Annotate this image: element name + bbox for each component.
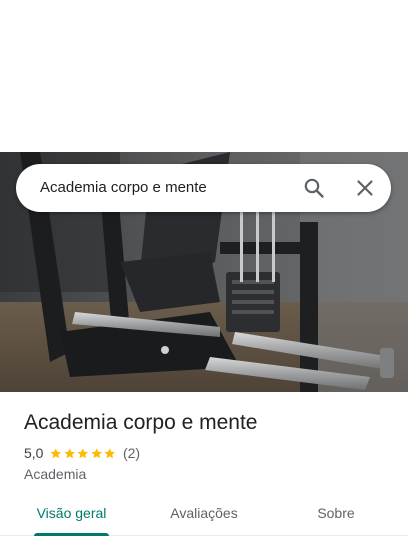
place-category: Academia xyxy=(24,466,87,482)
search-bar[interactable]: Academia corpo e mente xyxy=(16,164,391,212)
close-icon[interactable] xyxy=(353,176,377,200)
place-title: Academia corpo e mente xyxy=(24,411,258,434)
rating-value: 5,0 xyxy=(24,445,44,461)
star-icon xyxy=(50,447,62,458)
search-input[interactable]: Academia corpo e mente xyxy=(40,164,207,212)
search-icon[interactable] xyxy=(302,176,326,200)
active-tab-indicator xyxy=(34,533,109,536)
star-icon xyxy=(77,447,89,458)
star-rating xyxy=(49,447,117,460)
map-area-blank xyxy=(0,0,408,152)
star-icon xyxy=(104,447,116,458)
tab-overview[interactable]: Visão geral xyxy=(34,496,109,536)
star-icon xyxy=(64,447,75,458)
tab-about[interactable]: Sobre xyxy=(306,496,366,536)
star-icon xyxy=(91,447,102,458)
rating-row[interactable]: 5,0 (2) xyxy=(24,444,140,462)
tab-reviews[interactable]: Avaliações xyxy=(160,496,248,536)
review-count[interactable]: (2) xyxy=(123,445,140,461)
place-tabs: Visão geral Avaliações Sobre xyxy=(0,496,408,536)
